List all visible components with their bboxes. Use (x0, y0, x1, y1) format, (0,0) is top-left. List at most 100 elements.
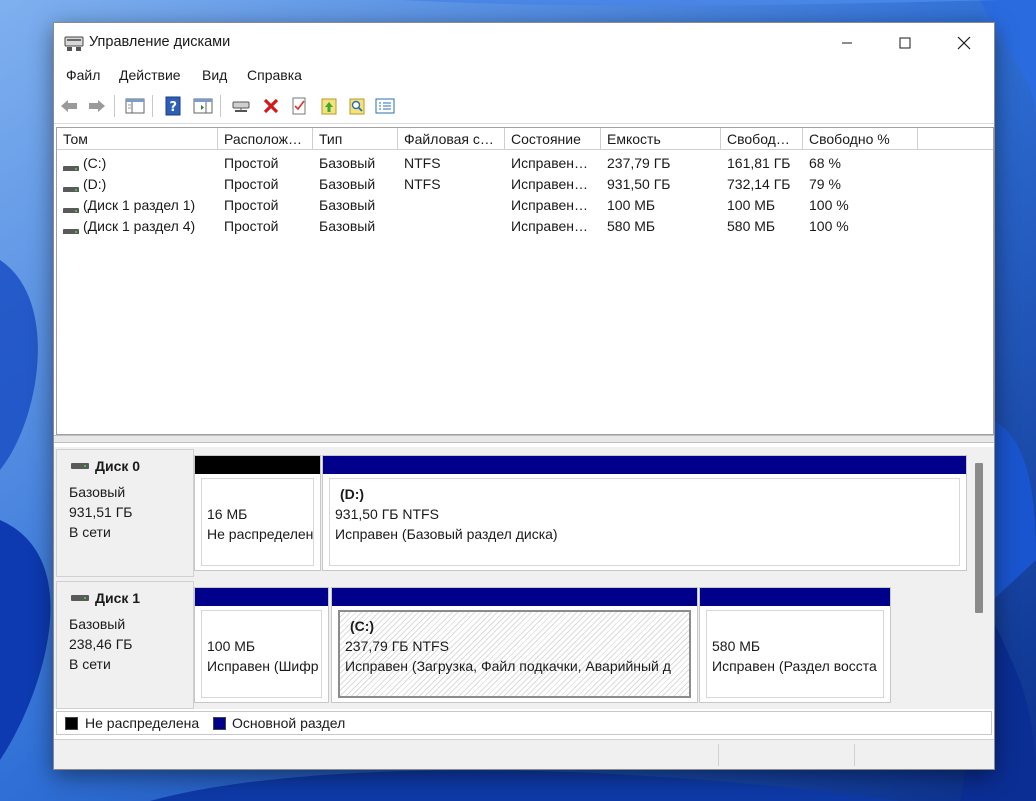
partition-bar-primary (195, 588, 328, 606)
close-button[interactable] (935, 23, 993, 63)
partition-d[interactable]: (D:) 931,50 ГБ NTFS Исправен (Базовый ра… (322, 455, 967, 571)
partition-body-selected: (C:) 237,79 ГБ NTFS Исправен (Загрузка, … (338, 610, 691, 698)
volume-name: (Диск 1 раздел 4) (83, 218, 196, 234)
partition-bar-primary (323, 456, 966, 474)
column-header-empty (918, 128, 993, 150)
partition-disk1-1[interactable]: 100 МБ Исправен (Шифр (194, 587, 329, 703)
percent-free-cell: 100 % (809, 197, 849, 213)
capacity-cell: 237,79 ГБ (607, 155, 671, 171)
menu-action[interactable]: Действие (119, 67, 181, 83)
partition-status: Исправен (Шифр (207, 658, 319, 674)
partition-disk1-4[interactable]: 580 МБ Исправен (Раздел восста (699, 587, 891, 703)
volume-name: (Диск 1 раздел 1) (83, 197, 196, 213)
connect-drive-icon (232, 101, 250, 112)
disk-0-label[interactable]: Диск 0 Базовый 931,51 ГБ В сети (56, 449, 194, 577)
legend-label: Не распределена (85, 715, 200, 731)
free-space-cell: 100 МБ (727, 197, 776, 213)
title-bar[interactable]: Управление дисками (54, 23, 994, 63)
console-tree-icon (125, 98, 145, 114)
percent-free-cell: 100 % (809, 218, 849, 234)
table-row[interactable]: (Диск 1 раздел 4) Простой Базовый Исправ… (57, 216, 993, 237)
menu-help[interactable]: Справка (247, 67, 302, 83)
minimize-button[interactable] (818, 23, 876, 63)
graph-vertical-scrollbar[interactable] (972, 463, 986, 703)
table-row[interactable]: (D:) Простой Базовый NTFS Исправен… 931,… (57, 174, 993, 195)
export-list-button[interactable] (374, 95, 396, 117)
disk-size: 238,46 ГБ (69, 636, 133, 652)
column-header-free-space[interactable]: Свобод… (721, 128, 803, 150)
back-button[interactable] (58, 95, 80, 117)
partition-size: 100 МБ (207, 638, 256, 654)
partition-c[interactable]: (C:) 237,79 ГБ NTFS Исправен (Загрузка, … (331, 587, 698, 703)
partition-bar-unallocated (195, 456, 320, 474)
properties-button[interactable] (288, 95, 310, 117)
close-icon (957, 36, 971, 50)
drive-icon (63, 202, 79, 213)
partition-size: 237,79 ГБ NTFS (345, 638, 449, 654)
menu-file[interactable]: Файл (66, 67, 100, 83)
legend-swatch-primary (213, 717, 226, 730)
table-row[interactable]: (Диск 1 раздел 1) Простой Базовый Исправ… (57, 195, 993, 216)
partition-body: 16 МБ Не распределен (201, 478, 314, 566)
capacity-cell: 580 МБ (607, 218, 656, 234)
export-list-icon (375, 98, 395, 114)
drive-icon (71, 463, 89, 469)
capacity-cell: 931,50 ГБ (607, 176, 671, 192)
type-cell: Базовый (319, 218, 376, 234)
partition-status: Исправен (Загрузка, Файл подкачки, Авари… (345, 658, 671, 674)
up-level-button[interactable] (318, 95, 340, 117)
disk-graph-pane: Диск 0 Базовый 931,51 ГБ В сети 16 МБ Не… (54, 447, 994, 709)
disk-name: Диск 0 (95, 458, 141, 474)
column-header-status[interactable]: Состояние (505, 128, 601, 150)
properties-icon (292, 97, 306, 115)
menu-view[interactable]: Вид (202, 67, 227, 83)
status-separator (718, 744, 719, 766)
column-header-volume[interactable]: Том (57, 128, 218, 150)
maximize-button[interactable] (876, 23, 934, 63)
toolbar-separator (220, 95, 221, 117)
type-cell: Базовый (319, 155, 376, 171)
drive-icon (63, 181, 79, 192)
partition-size: 16 МБ (207, 506, 248, 522)
partition-bar-primary (700, 588, 890, 606)
column-header-type[interactable]: Тип (313, 128, 398, 150)
console-tree-button[interactable] (124, 95, 146, 117)
menu-bar: Файл Действие Вид Справка (54, 65, 994, 87)
window-title: Управление дисками (89, 34, 231, 50)
column-header-percent-free[interactable]: Свободно % (803, 128, 918, 150)
forward-icon (89, 100, 105, 112)
connect-drive-button[interactable] (230, 95, 252, 117)
action-pane-button[interactable] (192, 95, 214, 117)
disk-size: 931,51 ГБ (69, 504, 133, 520)
table-row[interactable]: (C:) Простой Базовый NTFS Исправен… 237,… (57, 153, 993, 174)
toolbar-separator (152, 95, 153, 117)
pane-splitter[interactable] (54, 435, 994, 443)
delete-button[interactable] (260, 95, 282, 117)
partition-title: (C:) (350, 618, 375, 634)
filesystem-cell: NTFS (404, 176, 441, 192)
disk-management-window: Управление дисками Файл Действие Вид Спр… (53, 22, 995, 770)
svg-text:?: ? (170, 100, 178, 115)
drive-icon (63, 223, 79, 234)
search-button[interactable] (346, 95, 368, 117)
drive-icon (63, 160, 79, 171)
free-space-cell: 161,81 ГБ (727, 155, 791, 171)
column-header-layout[interactable]: Располож… (218, 128, 313, 150)
partition-unallocated[interactable]: 16 МБ Не распределен (194, 455, 321, 571)
layout-cell: Простой (224, 176, 279, 192)
disk-1-label[interactable]: Диск 1 Базовый 238,46 ГБ В сети (56, 581, 194, 709)
legend: Не распределена Основной раздел (56, 711, 992, 735)
scrollbar-thumb[interactable] (975, 463, 983, 613)
partition-bar-primary (332, 588, 697, 606)
column-header-filesystem[interactable]: Файловая с… (398, 128, 505, 150)
status-separator (854, 744, 855, 766)
type-cell: Базовый (319, 197, 376, 213)
filesystem-cell: NTFS (404, 155, 441, 171)
forward-button[interactable] (86, 95, 108, 117)
free-space-cell: 732,14 ГБ (727, 176, 791, 192)
partition-status: Исправен (Базовый раздел диска) (335, 526, 558, 542)
percent-free-cell: 68 % (809, 155, 841, 171)
percent-free-cell: 79 % (809, 176, 841, 192)
help-button[interactable]: ? (162, 95, 184, 117)
column-header-capacity[interactable]: Емкость (601, 128, 721, 150)
